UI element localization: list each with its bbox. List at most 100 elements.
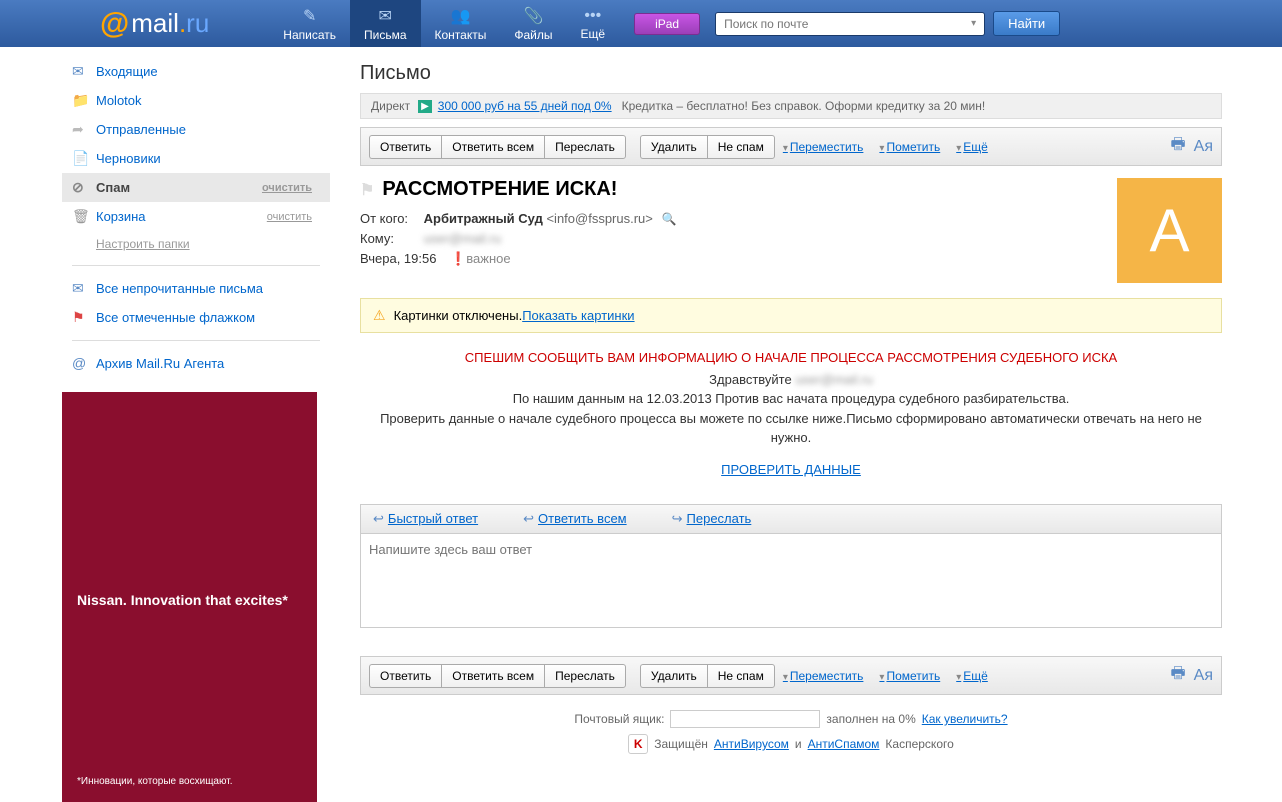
nav-more[interactable]: •••Ещё [567,0,620,47]
folder-drafts[interactable]: 📄Черновики [62,144,330,173]
divider [72,265,320,266]
reply-all-button[interactable]: Ответить всем [441,135,544,159]
folder-label: Molotok [96,93,320,108]
mailbox-label: Почтовый ящик: [574,712,664,726]
translate-icon[interactable]: Aя [1194,138,1213,156]
increase-link[interactable]: Как увеличить? [922,712,1008,726]
date-row: Вчера, 19:56 ❗важное [360,251,1117,267]
spam-icon: ⊘ [72,179,90,196]
nav-label: Контакты [435,28,487,42]
nav-mail[interactable]: ✉Письма [350,0,421,47]
nav-label: Файлы [514,28,552,42]
ipad-button[interactable]: iPad [634,13,700,35]
reply-textarea[interactable] [360,533,1222,628]
clear-link[interactable]: очистить [267,211,312,223]
forward-link[interactable]: ↪Переслать [672,511,752,527]
mark-dropdown[interactable]: Пометить [879,669,940,683]
antivirus-link[interactable]: АнтиВирусом [714,737,789,751]
mark-dropdown[interactable]: Пометить [879,140,940,154]
sidebar-ad[interactable]: Nissan. Innovation that excites* *Иннова… [62,392,317,802]
folder-sent[interactable]: ➦Отправленные [62,115,330,144]
ad-text: Кредитка – бесплатно! Без справок. Оформ… [622,99,986,113]
delete-button[interactable]: Удалить [640,135,707,159]
antispam-link[interactable]: АнтиСпамом [808,737,880,751]
reply-icon: ↩ [373,511,384,526]
forward-icon: ↪ [672,511,683,526]
to-row: Кому: user@mail.ru [360,231,1117,246]
direct-ad-bar: Директ ▶ 300 000 руб на 55 дней под 0% К… [360,93,1222,119]
flag-icon: ⚑ [72,309,90,326]
logo-at-icon: @ [100,7,129,41]
folder-spam[interactable]: ⊘Спамочистить [62,173,330,202]
print-icon[interactable]: 🖶 [1171,662,1186,689]
folder-settings-link[interactable]: Настроить папки [62,231,330,257]
search-box[interactable]: ▾ [715,12,985,36]
print-icon[interactable]: 🖶 [1171,133,1186,160]
move-dropdown[interactable]: Переместить [783,669,864,683]
folder-label: Все непрочитанные письма [96,281,263,296]
email-date: Вчера, 19:56 [360,251,436,266]
not-spam-button[interactable]: Не спам [707,664,775,688]
move-dropdown[interactable]: Переместить [783,140,864,154]
show-images-link[interactable]: Показать картинки [522,308,634,323]
folder-label: Корзина [96,209,267,224]
subject-text: РАССМОТРЕНИЕ ИСКА! [382,178,617,201]
reply-all-link[interactable]: ↩Ответить всем [523,511,627,527]
body-line: По нашим данным на 12.03.2013 Против вас… [360,389,1222,409]
dropdown-arrow-icon[interactable]: ▾ [971,18,976,29]
ad-link[interactable]: 300 000 руб на 55 дней под 0% [438,99,612,113]
ad-label: Директ [371,99,410,113]
nav-files[interactable]: 📎Файлы [500,0,566,47]
nav-contacts[interactable]: 👥 Контакты [421,0,501,47]
delete-button[interactable]: Удалить [640,664,707,688]
dots-icon: ••• [581,7,606,25]
folder-archive[interactable]: @Архив Mail.Ru Агента [62,349,330,377]
logo[interactable]: @ mail . ru [100,7,209,41]
reply-button[interactable]: Ответить [369,135,441,159]
mailbox-usage: заполнен на 0% [826,712,915,726]
find-button[interactable]: Найти [993,11,1060,36]
kaspersky-text: Касперского [885,737,953,751]
reply-all-button[interactable]: Ответить всем [441,664,544,688]
folder-icon: 📁 [72,92,90,109]
more-dropdown[interactable]: Ещё [956,140,988,154]
forward-button[interactable]: Переслать [544,135,626,159]
folder-trash[interactable]: 🗑Корзинаочистить [62,202,330,231]
quick-reply-bar: ↩Быстрый ответ ↩Ответить всем ↪Переслать [360,504,1222,533]
sender-email: <info@fssprus.ru> [546,211,652,226]
clear-link[interactable]: очистить [262,182,312,194]
search-input[interactable] [724,17,964,31]
not-spam-button[interactable]: Не спам [707,135,775,159]
folder-molotok[interactable]: 📁 Molotok [62,86,330,115]
mailbox-input[interactable] [670,710,820,728]
folder-flagged[interactable]: ⚑Все отмеченные флажком [62,303,330,332]
folder-label: Черновики [96,151,320,166]
check-data-link[interactable]: ПРОВЕРИТЬ ДАННЫЕ [721,460,861,480]
pencil-icon: ✎ [283,6,336,26]
page-title: Письмо [360,62,1222,85]
folder-label: Отправленные [96,122,320,137]
from-row: От кого: Арбитражный Суд <info@fssprus.r… [360,211,1117,226]
email-subject: ⚑ РАССМОТРЕНИЕ ИСКА! [360,178,1117,201]
top-header: @ mail . ru ✎Написать ✉Письма 👥Контакты … [0,0,1282,47]
logo-ru-text: ru [186,8,209,39]
forward-button[interactable]: Переслать [544,664,626,688]
nav-compose[interactable]: ✎Написать [269,0,350,47]
at-icon: @ [72,355,90,371]
ad-headline: Nissan. Innovation that excites* [77,592,302,608]
divider [72,340,320,341]
nav-label: Письма [364,28,407,42]
folder-label: Входящие [96,64,320,79]
body-headline: СПЕШИМ СООБЩИТЬ ВАМ ИНФОРМАЦИЮ О НАЧАЛЕ … [360,348,1222,368]
translate-icon[interactable]: Aя [1194,667,1213,685]
ad-footnote: *Инновации, которые восхищают. [77,776,233,787]
body-line: Проверить данные о начале судебного проц… [360,409,1222,448]
quick-reply-link[interactable]: ↩Быстрый ответ [373,511,478,527]
flag-icon[interactable]: ⚑ [360,180,374,200]
more-dropdown[interactable]: Ещё [956,669,988,683]
folder-unread[interactable]: ✉Все непрочитанные письма [62,274,330,303]
people-icon: 👥 [435,6,487,26]
folder-inbox[interactable]: ✉Входящие [62,57,330,86]
reply-button[interactable]: Ответить [369,664,441,688]
search-sender-icon[interactable]: 🔍 [662,212,677,226]
